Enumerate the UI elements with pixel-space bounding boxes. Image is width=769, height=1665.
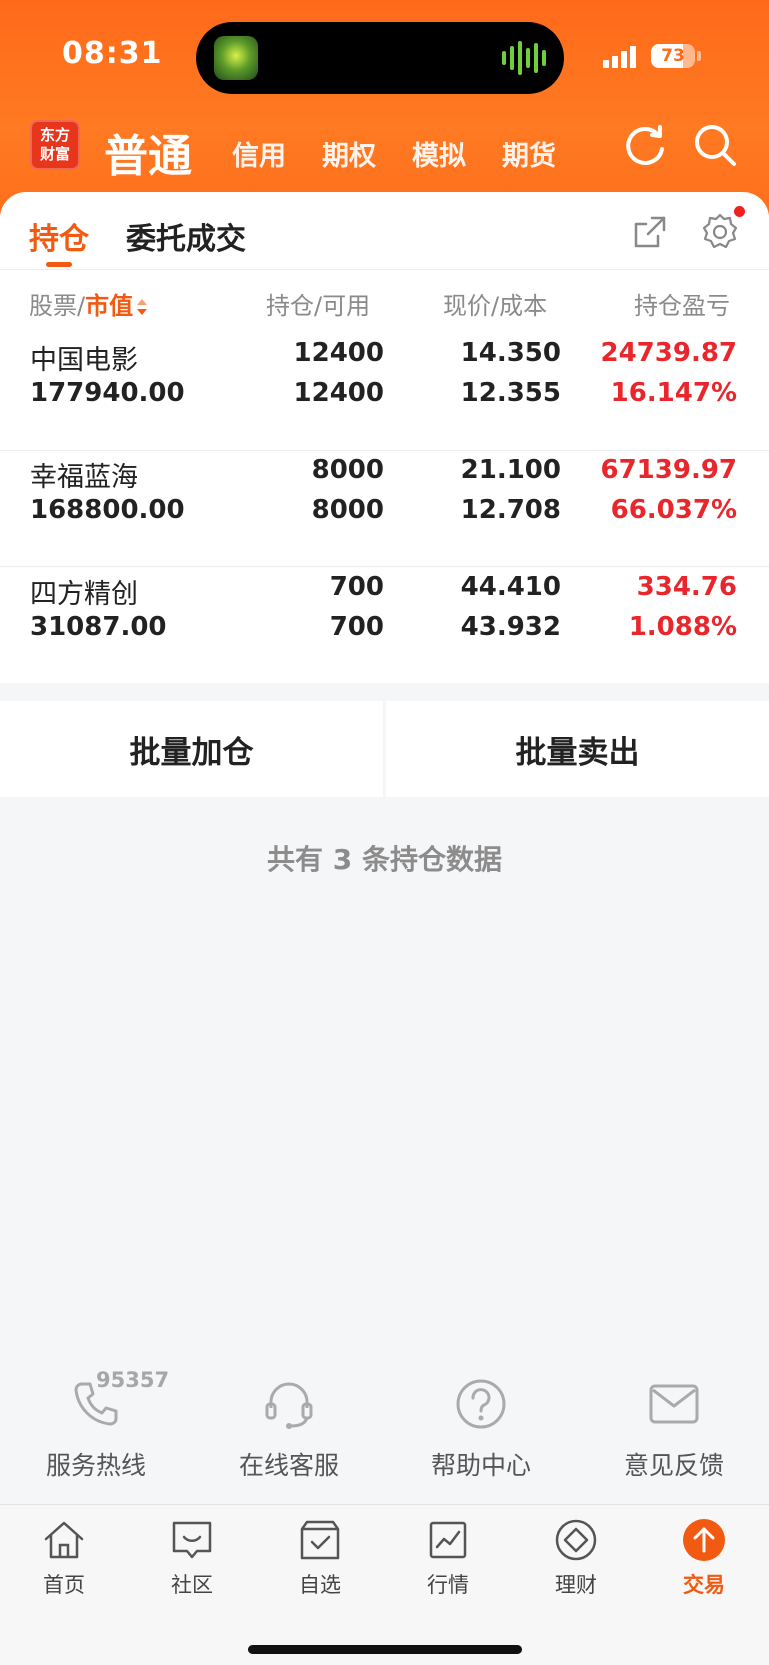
available-qty: 8000 bbox=[311, 495, 384, 525]
batch-sell-button[interactable]: 批量卖出 bbox=[386, 701, 769, 797]
tabbar-wealth[interactable]: 理财 bbox=[512, 1517, 640, 1599]
stock-name: 幸福蓝海 bbox=[30, 462, 138, 493]
chat-icon bbox=[172, 1521, 212, 1559]
bottom-tab-bar: 首页 社区 自选 行情 理财 交易 bbox=[0, 1504, 769, 1665]
stock-name: 四方精创 bbox=[30, 579, 138, 610]
help-label: 在线客服 bbox=[238, 1451, 339, 1480]
help-label: 意见反馈 bbox=[623, 1451, 724, 1480]
tab-simulated[interactable]: 模拟 bbox=[412, 134, 466, 173]
position-pnl: 67139.97 bbox=[600, 455, 737, 485]
search-icon[interactable] bbox=[692, 122, 738, 168]
app-header: 08:31 73 东方 财富 普通 信用 期权 模拟 期货 bbox=[0, 0, 769, 215]
share-export-icon[interactable] bbox=[630, 212, 670, 252]
tabbar-label: 自选 bbox=[299, 1573, 341, 1597]
online-support[interactable]: 在线客服 bbox=[199, 1376, 379, 1482]
tabbar-label: 交易 bbox=[683, 1573, 725, 1597]
help-center[interactable]: 帮助中心 bbox=[391, 1376, 571, 1482]
tab-credit[interactable]: 信用 bbox=[232, 134, 286, 173]
status-time: 08:31 bbox=[62, 36, 163, 71]
headset-icon bbox=[265, 1382, 313, 1429]
mail-icon bbox=[649, 1384, 699, 1424]
holding-qty: 8000 bbox=[311, 455, 384, 485]
market-value: 177940.00 bbox=[30, 378, 185, 408]
column-header-stock-value[interactable]: 股票/市值 bbox=[29, 286, 149, 321]
market-chart-icon bbox=[429, 1521, 467, 1559]
available-qty: 700 bbox=[329, 612, 384, 642]
tabbar-home[interactable]: 首页 bbox=[0, 1517, 128, 1599]
refresh-icon[interactable] bbox=[622, 122, 668, 168]
col-market-value-label: 市值 bbox=[85, 292, 134, 320]
home-indicator bbox=[248, 1645, 522, 1654]
tab-positions[interactable]: 持仓 bbox=[29, 214, 89, 258]
phone-icon bbox=[74, 1382, 118, 1426]
holding-qty: 12400 bbox=[293, 338, 384, 368]
tab-options[interactable]: 期权 bbox=[322, 134, 376, 173]
home-icon bbox=[44, 1521, 84, 1559]
wealth-icon bbox=[555, 1519, 597, 1561]
batch-actions: 批量加仓 批量卖出 bbox=[0, 701, 769, 797]
tab-divider bbox=[0, 269, 769, 270]
trade-icon bbox=[683, 1519, 725, 1561]
tabbar-community[interactable]: 社区 bbox=[128, 1517, 256, 1599]
tabbar-label: 理财 bbox=[555, 1573, 597, 1597]
column-header-price-cost: 现价/成本 bbox=[443, 292, 548, 320]
position-row[interactable]: 幸福蓝海 168800.00 8000 8000 21.100 12.708 6… bbox=[0, 435, 769, 545]
position-pnl-pct: 1.088% bbox=[628, 612, 737, 642]
tabbar-label: 行情 bbox=[427, 1573, 469, 1597]
col-stock-label: 股票 bbox=[29, 292, 77, 320]
column-header-pnl: 持仓盈亏 bbox=[634, 292, 730, 320]
tabbar-label: 社区 bbox=[171, 1573, 213, 1597]
logo-line1: 东方 bbox=[39, 126, 70, 144]
position-pnl: 24739.87 bbox=[600, 338, 737, 368]
position-row[interactable]: 中国电影 177940.00 12400 12400 14.350 12.355… bbox=[0, 318, 769, 428]
current-price: 44.410 bbox=[460, 572, 561, 602]
position-row[interactable]: 四方精创 31087.00 700 700 44.410 43.932 334.… bbox=[0, 552, 769, 662]
tabbar-label: 首页 bbox=[43, 1573, 85, 1597]
tab-orders-trades[interactable]: 委托成交 bbox=[126, 214, 246, 258]
audio-waveform-icon bbox=[502, 40, 546, 76]
logo-line2: 财富 bbox=[39, 145, 70, 163]
available-qty: 12400 bbox=[293, 378, 384, 408]
holding-qty: 700 bbox=[329, 572, 384, 602]
notification-dot bbox=[734, 206, 745, 217]
help-label: 服务热线 bbox=[45, 1451, 146, 1480]
stock-name: 中国电影 bbox=[30, 345, 138, 376]
current-price: 21.100 bbox=[460, 455, 561, 485]
tabbar-watchlist[interactable]: 自选 bbox=[256, 1517, 384, 1599]
tabbar-market[interactable]: 行情 bbox=[384, 1517, 512, 1599]
position-pnl: 334.76 bbox=[636, 572, 737, 602]
market-value: 31087.00 bbox=[30, 612, 167, 642]
question-icon bbox=[456, 1379, 506, 1429]
dynamic-island bbox=[196, 22, 564, 94]
battery-indicator: 73 bbox=[651, 44, 695, 68]
active-tab-indicator bbox=[46, 262, 72, 267]
current-price: 14.350 bbox=[460, 338, 561, 368]
cellular-signal-icon bbox=[603, 44, 639, 68]
cost-price: 12.708 bbox=[460, 495, 561, 525]
cost-price: 12.355 bbox=[460, 378, 561, 408]
position-pnl-pct: 16.147% bbox=[610, 378, 737, 408]
help-label: 帮助中心 bbox=[430, 1451, 531, 1480]
app-logo: 东方 财富 bbox=[30, 120, 80, 170]
batch-add-button[interactable]: 批量加仓 bbox=[0, 701, 383, 797]
feedback[interactable]: 意见反馈 bbox=[584, 1376, 764, 1482]
now-playing-thumbnail bbox=[214, 36, 258, 80]
tab-normal[interactable]: 普通 bbox=[104, 120, 192, 184]
positions-card: 持仓 委托成交 股票/市值 持仓/可用 现价/成本 持仓盈亏 中国电影 1779… bbox=[0, 192, 769, 683]
sort-arrows-icon bbox=[137, 299, 148, 315]
battery-level: 73 bbox=[661, 46, 685, 66]
column-header-holding: 持仓/可用 bbox=[266, 292, 371, 320]
position-pnl-pct: 66.037% bbox=[610, 495, 737, 525]
battery-tip bbox=[697, 51, 701, 61]
tabbar-trade[interactable]: 交易 bbox=[640, 1517, 768, 1599]
settings-gear-icon[interactable] bbox=[700, 212, 740, 252]
market-value: 168800.00 bbox=[30, 495, 185, 525]
tab-futures[interactable]: 期货 bbox=[502, 134, 556, 173]
positions-count-summary: 共有 3 条持仓数据 bbox=[267, 843, 502, 876]
watchlist-icon bbox=[300, 1520, 340, 1560]
cost-price: 43.932 bbox=[460, 612, 561, 642]
service-hotline[interactable]: 服务热线 bbox=[6, 1376, 186, 1482]
